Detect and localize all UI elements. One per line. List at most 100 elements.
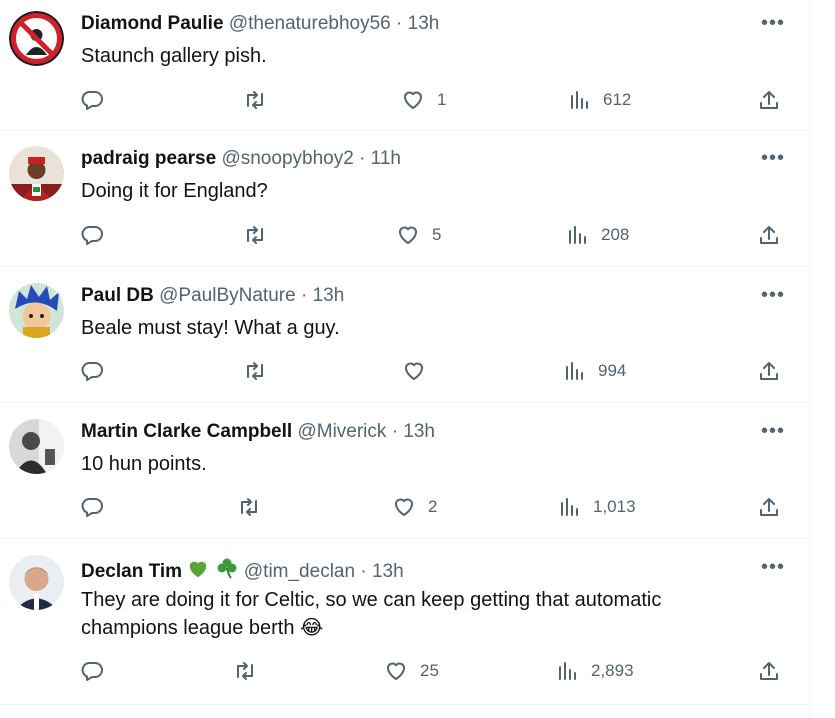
- action-bar: 5 208: [0, 220, 809, 250]
- avatar[interactable]: [9, 283, 64, 338]
- share-button[interactable]: [757, 85, 781, 115]
- green-heart-icon: [190, 561, 207, 578]
- action-bar: 994: [0, 356, 809, 386]
- display-name[interactable]: Diamond Paulie: [81, 13, 224, 34]
- reply-tweet[interactable]: Diamond Paulie @thenaturebhoy56 · 13h ••…: [0, 0, 809, 131]
- separator-dot: ·: [391, 421, 399, 442]
- like-count: 2: [428, 497, 438, 516]
- display-name[interactable]: padraig pearse: [81, 148, 216, 169]
- tweet-header: Diamond Paulie @thenaturebhoy56 · 13h: [81, 12, 439, 36]
- reply-icon: [81, 662, 103, 681]
- share-button[interactable]: [757, 220, 781, 250]
- separator-dot: ·: [360, 561, 367, 582]
- view-count: 612: [603, 90, 632, 109]
- action-bar: 25 2,893: [0, 656, 809, 686]
- like-button[interactable]: 2: [392, 492, 437, 522]
- share-icon: [760, 498, 778, 516]
- more-options-icon[interactable]: •••: [761, 284, 785, 307]
- avatar[interactable]: [9, 419, 64, 474]
- tweet-text-line: champions league berth 😂: [81, 617, 324, 639]
- views-button[interactable]: 2,893: [557, 656, 634, 686]
- share-button[interactable]: [757, 492, 781, 522]
- tweet-header: Declan Tim @tim_declan · 13h: [81, 556, 404, 584]
- view-count: 208: [601, 225, 630, 244]
- user-handle[interactable]: @snoopybhoy2: [221, 148, 353, 169]
- tweet-header: Paul DB @PaulByNature · 13h: [81, 284, 344, 308]
- repost-button[interactable]: [242, 220, 268, 250]
- reply-button[interactable]: [80, 85, 104, 115]
- timestamp[interactable]: 11h: [371, 148, 401, 169]
- repost-icon: [237, 662, 253, 680]
- reply-button[interactable]: [80, 356, 104, 386]
- more-options-icon[interactable]: •••: [761, 12, 785, 35]
- avatar[interactable]: [9, 146, 64, 201]
- analytics-icon: [559, 662, 576, 680]
- share-icon: [760, 91, 778, 109]
- separator-dot: ·: [359, 148, 366, 169]
- separator-dot: ·: [396, 13, 403, 34]
- view-count: 2,893: [591, 661, 634, 680]
- repost-button[interactable]: [232, 656, 258, 686]
- reply-icon: [81, 226, 103, 245]
- heart-icon: [387, 662, 405, 680]
- user-handle[interactable]: @tim_declan: [244, 561, 355, 582]
- more-options-icon[interactable]: •••: [761, 420, 785, 443]
- user-handle[interactable]: @Miverick: [297, 421, 386, 442]
- like-count: 5: [432, 225, 442, 244]
- views-button[interactable]: 994: [564, 356, 626, 386]
- like-count: 1: [437, 90, 447, 109]
- like-button[interactable]: 1: [401, 85, 446, 115]
- avatar[interactable]: [9, 11, 64, 66]
- like-count: 25: [420, 661, 439, 680]
- share-button[interactable]: [757, 356, 781, 386]
- tweet-header: Martin Clarke Campbell @Miverick · 13h: [81, 420, 435, 444]
- repost-button[interactable]: [242, 356, 268, 386]
- reply-icon: [81, 362, 103, 381]
- display-name[interactable]: Declan Tim: [81, 561, 182, 582]
- reply-tweet[interactable]: Declan Tim @tim_declan · 13h ••• They ar…: [0, 539, 809, 705]
- timestamp[interactable]: 13h: [403, 421, 435, 442]
- user-handle[interactable]: @thenaturebhoy56: [229, 13, 391, 34]
- heart-icon: [405, 362, 423, 380]
- reply-button[interactable]: [80, 220, 104, 250]
- view-count: 1,013: [593, 497, 636, 516]
- repost-button[interactable]: [242, 85, 268, 115]
- timestamp[interactable]: 13h: [313, 285, 345, 306]
- reply-tweet[interactable]: Martin Clarke Campbell @Miverick · 13h •…: [0, 403, 809, 539]
- analytics-icon: [561, 498, 578, 516]
- like-button[interactable]: [402, 356, 438, 386]
- display-name[interactable]: Martin Clarke Campbell: [81, 421, 292, 442]
- more-options-icon[interactable]: •••: [761, 556, 785, 579]
- share-button[interactable]: [757, 656, 781, 686]
- repost-button[interactable]: [236, 492, 262, 522]
- analytics-icon: [569, 226, 586, 244]
- share-icon: [760, 362, 778, 380]
- views-button[interactable]: 1,013: [559, 492, 636, 522]
- share-icon: [760, 662, 778, 680]
- tweet-text: Doing it for England?: [81, 180, 268, 202]
- reply-icon: [81, 91, 103, 110]
- timestamp[interactable]: 13h: [408, 13, 440, 34]
- analytics-icon: [566, 362, 583, 380]
- like-button[interactable]: 25: [384, 656, 439, 686]
- repost-icon: [247, 91, 263, 109]
- display-name[interactable]: Paul DB: [81, 285, 154, 306]
- heart-icon: [395, 498, 413, 516]
- reply-tweet[interactable]: Paul DB @PaulByNature · 13h ••• Beale mu…: [0, 267, 809, 403]
- reply-button[interactable]: [80, 656, 104, 686]
- tweet-text-line: They are doing it for Celtic, so we can …: [81, 589, 662, 611]
- timestamp[interactable]: 13h: [372, 561, 404, 582]
- avatar[interactable]: [9, 555, 64, 610]
- user-handle[interactable]: @PaulByNature: [159, 285, 296, 306]
- repost-icon: [247, 362, 263, 380]
- views-button[interactable]: 612: [569, 85, 631, 115]
- share-icon: [760, 226, 778, 244]
- views-button[interactable]: 208: [567, 220, 629, 250]
- more-options-icon[interactable]: •••: [761, 147, 785, 170]
- tweet-text: 10 hun points.: [81, 453, 207, 475]
- reply-tweet[interactable]: padraig pearse @snoopybhoy2 · 11h ••• Do…: [0, 131, 809, 267]
- reply-button[interactable]: [80, 492, 104, 522]
- like-button[interactable]: 5: [396, 220, 441, 250]
- shamrock-icon: [217, 558, 237, 579]
- separator-dot: ·: [300, 285, 308, 306]
